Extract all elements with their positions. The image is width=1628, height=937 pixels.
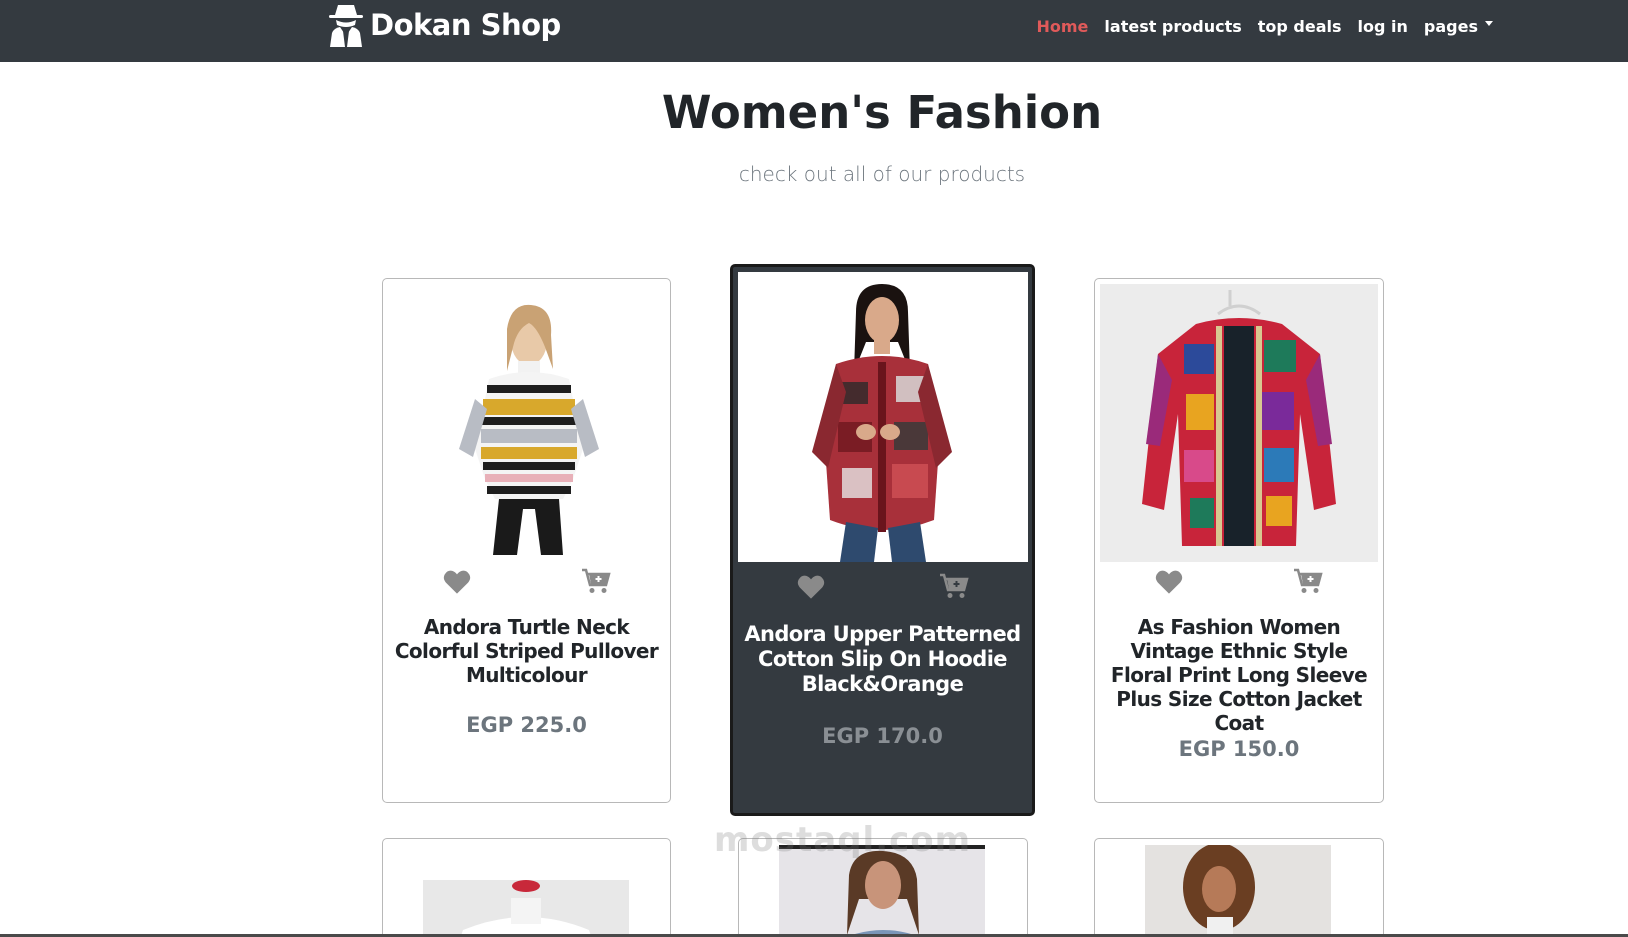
product-card[interactable]: As Fashion Women Vintage Ethnic Style Fl…: [1094, 278, 1384, 803]
product-actions: [383, 567, 670, 601]
product-card[interactable]: [1094, 838, 1384, 937]
product-image[interactable]: [1100, 284, 1378, 562]
product-card[interactable]: Andora Turtle Neck Colorful Striped Pull…: [382, 278, 671, 803]
heart-icon[interactable]: [797, 574, 825, 600]
nav-log-in[interactable]: log in: [1358, 17, 1408, 36]
brand-name: Dokan Shop: [370, 8, 561, 42]
product-name[interactable]: As Fashion Women Vintage Ethnic Style Fl…: [1105, 615, 1373, 735]
product-card[interactable]: [382, 838, 671, 937]
nav-pages-label: pages: [1423, 16, 1478, 36]
heart-icon[interactable]: [1155, 569, 1183, 595]
product-name[interactable]: Andora Upper Patterned Cotton Slip On Ho…: [743, 622, 1022, 697]
watermark: mostaql.com: [714, 820, 972, 860]
nav-pages-dropdown[interactable]: pages: [1424, 17, 1493, 36]
spy-icon: [329, 5, 363, 47]
product-image[interactable]: [738, 272, 1028, 562]
product-actions: [1095, 567, 1383, 601]
add-to-cart-icon[interactable]: [581, 567, 611, 595]
page-title: Women's Fashion: [661, 86, 1103, 139]
add-to-cart-icon[interactable]: [939, 572, 969, 600]
nav-home[interactable]: Home: [1037, 17, 1089, 36]
product-name[interactable]: Andora Turtle Neck Colorful Striped Pull…: [393, 615, 660, 687]
product-actions: [733, 572, 1032, 606]
nav-links: Home latest products top deals log in pa…: [1021, 0, 1493, 52]
page-subtitle: check out all of our products: [738, 162, 1026, 186]
product-image[interactable]: [403, 299, 652, 555]
brand-link[interactable]: Dokan Shop: [326, 0, 561, 50]
product-price: EGP 150.0: [1178, 737, 1300, 761]
add-to-cart-icon[interactable]: [1293, 567, 1323, 595]
product-image[interactable]: [423, 880, 629, 937]
nav-latest-products[interactable]: latest products: [1104, 17, 1241, 36]
caret-down-icon: [1485, 20, 1493, 26]
navbar: Dokan Shop Home latest products top deal…: [0, 0, 1628, 62]
product-price: EGP 170.0: [822, 724, 943, 748]
heart-icon[interactable]: [443, 569, 471, 595]
nav-top-deals[interactable]: top deals: [1258, 17, 1342, 36]
product-price: EGP 225.0: [466, 713, 587, 737]
product-image[interactable]: [1145, 845, 1331, 937]
product-card-highlighted[interactable]: Andora Upper Patterned Cotton Slip On Ho…: [730, 264, 1035, 816]
